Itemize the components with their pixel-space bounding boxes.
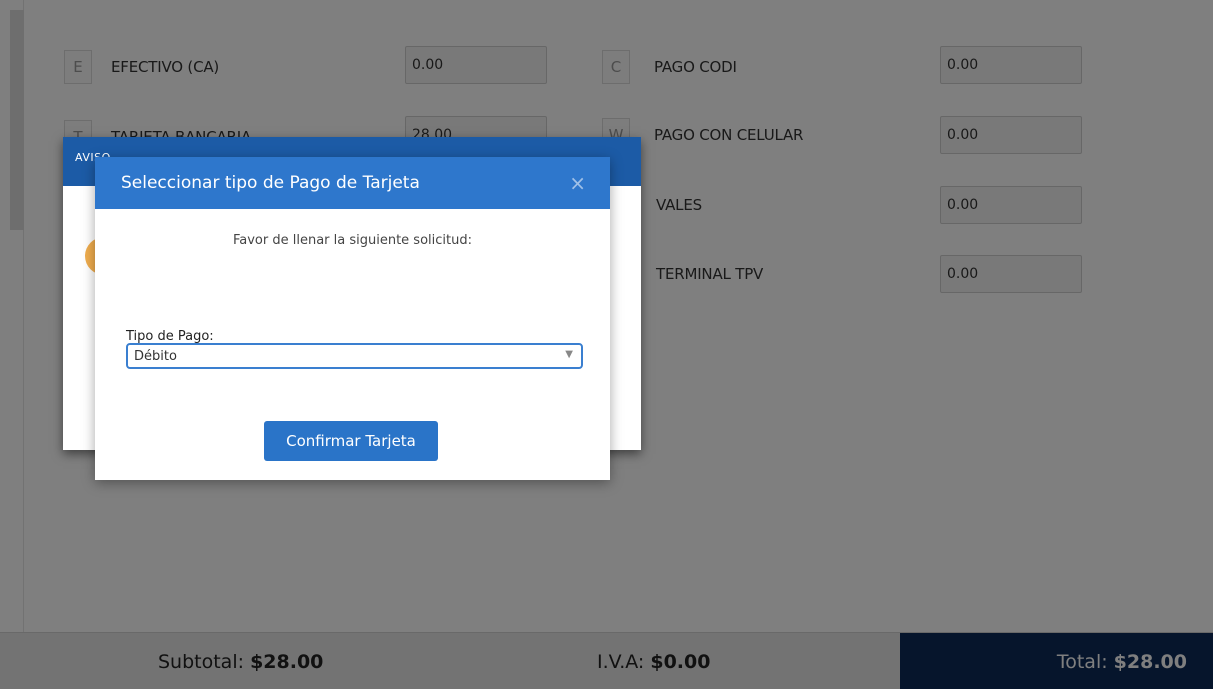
modal-header: Seleccionar tipo de Pago de Tarjeta × (95, 157, 610, 209)
payment-type-label: Tipo de Pago: (126, 329, 214, 344)
modal-instructions: Favor de llenar la siguiente solicitud: (232, 233, 472, 248)
chevron-down-icon: ▼ (565, 349, 573, 360)
card-type-modal: Seleccionar tipo de Pago de Tarjeta × Fa… (95, 157, 610, 480)
payment-type-select[interactable]: Débito ▼ (126, 343, 583, 369)
selected-option: Débito (134, 348, 177, 364)
modal-title: Seleccionar tipo de Pago de Tarjeta (121, 173, 420, 193)
close-icon[interactable]: × (569, 171, 586, 195)
confirm-card-button[interactable]: Confirmar Tarjeta (264, 421, 438, 461)
